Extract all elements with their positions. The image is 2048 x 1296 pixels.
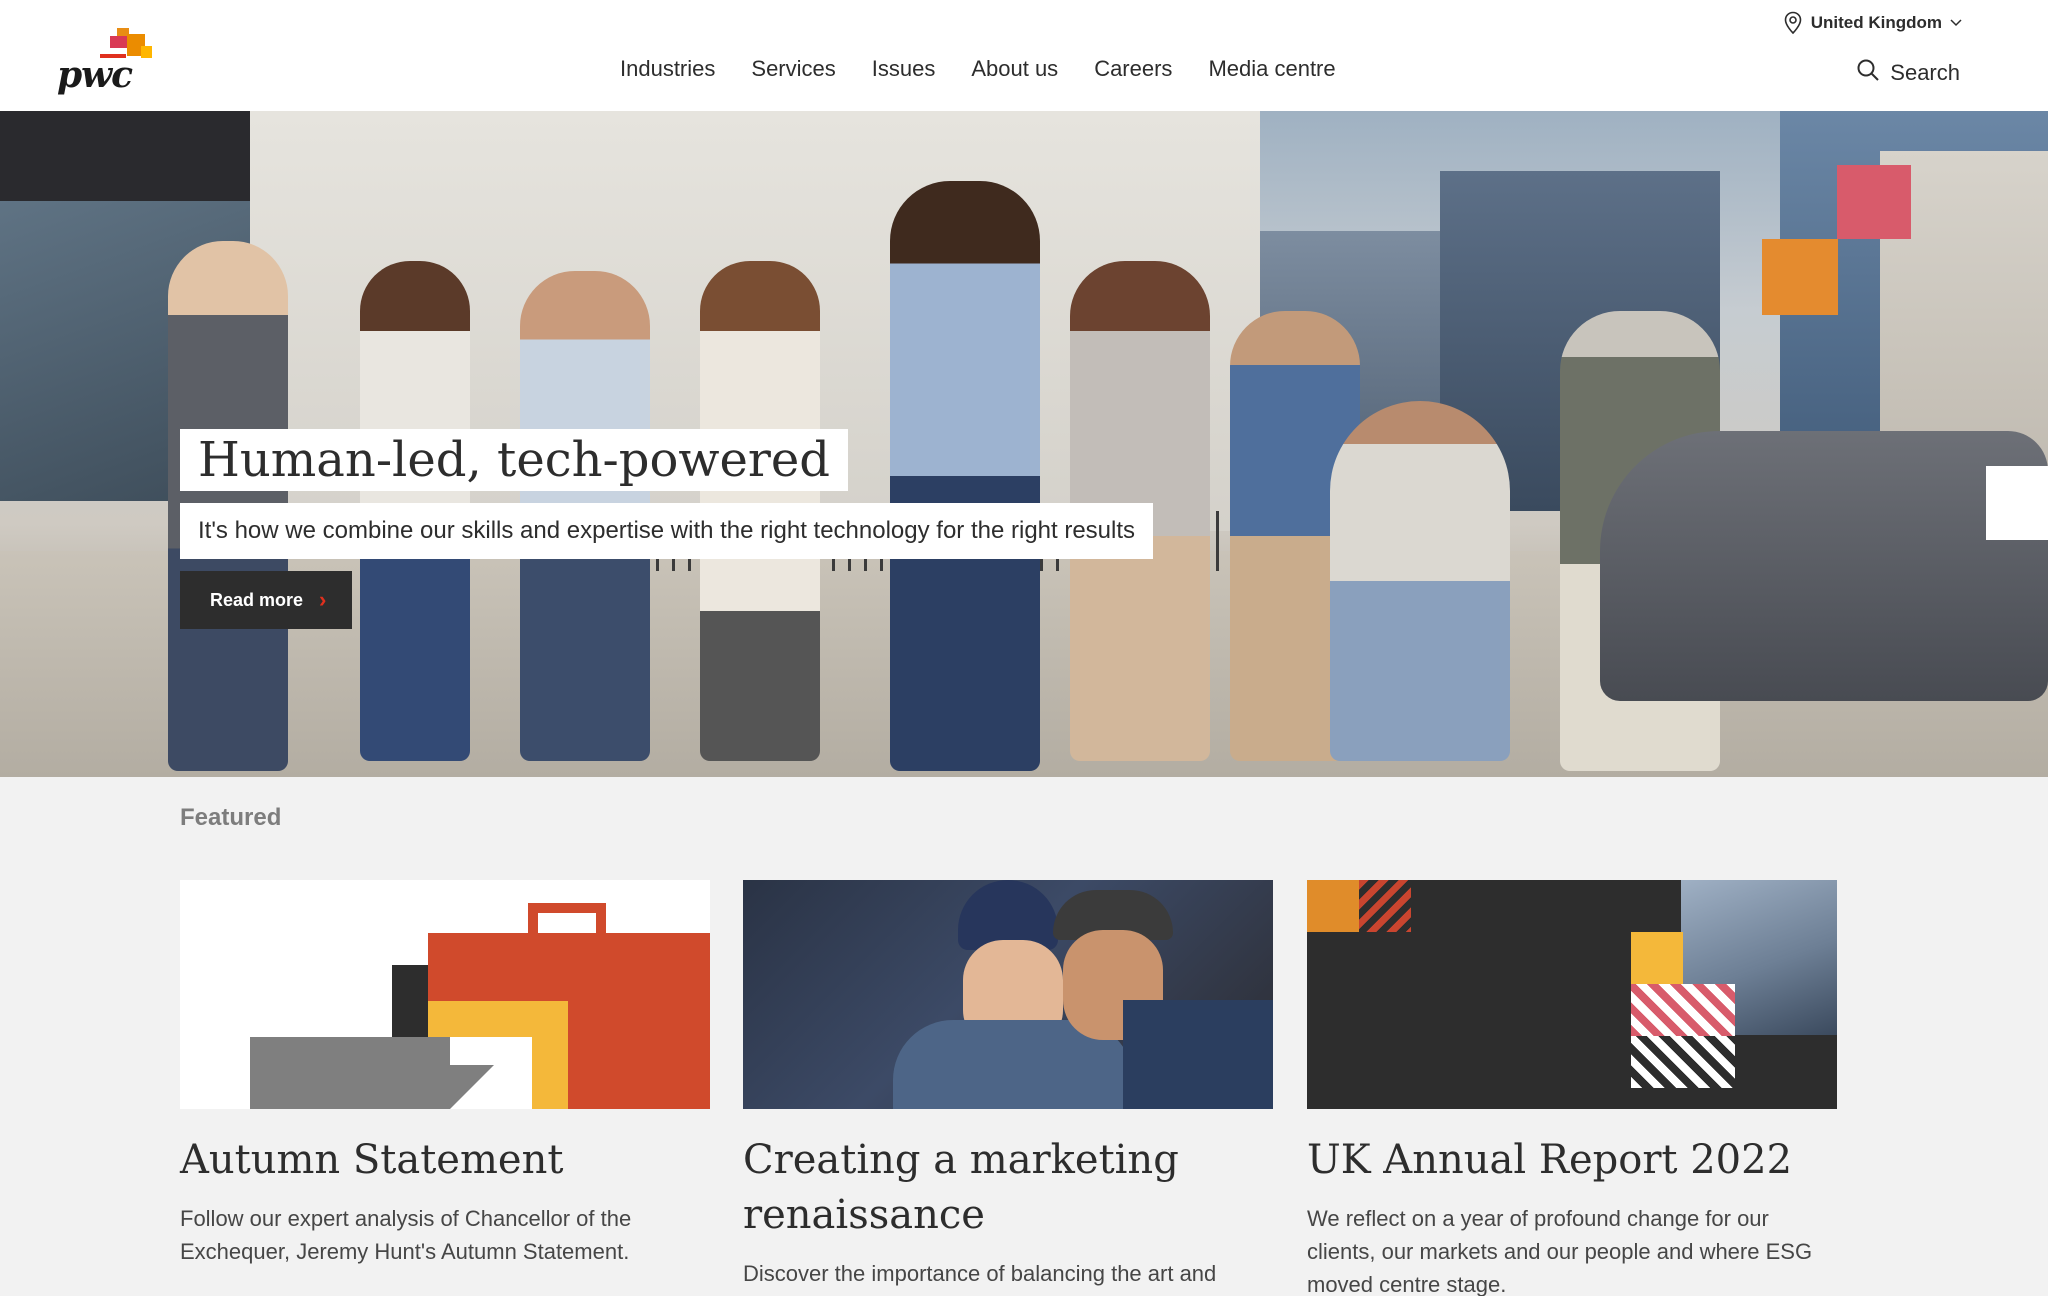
hero-subtitle: It's how we combine our skills and exper… [198, 517, 1136, 544]
logo-wordmark: pwc [57, 54, 133, 96]
nav-careers[interactable]: Careers [1094, 56, 1172, 82]
pwc-logo[interactable]: pwc [55, 24, 155, 96]
location-pin-icon [1783, 11, 1803, 35]
annual-report-illustration [1307, 880, 1837, 1109]
marketing-photo [743, 880, 1273, 1109]
hero-title: Human-led, tech-powered [198, 432, 830, 488]
region-label: United Kingdom [1810, 13, 1942, 32]
nav-about-us[interactable]: About us [971, 56, 1058, 82]
featured-card-marketing-renaissance[interactable]: Creating a marketing renaissance Discove… [743, 880, 1273, 1290]
hero-banner: Human-led, tech-powered It's how we comb… [0, 111, 2048, 777]
nav-industries[interactable]: Industries [620, 56, 715, 82]
card-description: We reflect on a year of profound change … [1307, 1206, 1813, 1296]
site-header: pwc United Kingdom Industries Services I… [0, 0, 2048, 111]
nav-media-centre[interactable]: Media centre [1208, 56, 1335, 82]
card-title[interactable]: UK Annual Report 2022 [1307, 1133, 1837, 1188]
read-more-label: Read more [210, 589, 304, 610]
search-icon [1856, 58, 1880, 88]
card-title[interactable]: Creating a marketing renaissance [743, 1133, 1273, 1243]
region-selector[interactable]: United Kingdom [1783, 10, 1962, 36]
autumn-statement-illustration [180, 880, 710, 1109]
chevron-down-icon [1950, 19, 1962, 27]
featured-card-annual-report[interactable]: UK Annual Report 2022 We reflect on a ye… [1307, 880, 1837, 1296]
card-title[interactable]: Autumn Statement [180, 1133, 710, 1188]
nav-services[interactable]: Services [751, 56, 835, 82]
card-description: Follow our expert analysis of Chancellor… [180, 1206, 632, 1264]
featured-label: Featured [180, 804, 282, 831]
chevron-right-icon: › [319, 587, 327, 612]
featured-card-autumn-statement[interactable]: Autumn Statement Follow our expert analy… [180, 880, 710, 1268]
side-tab[interactable] [1986, 466, 2048, 540]
card-description: Discover the importance of balancing the… [743, 1261, 1217, 1286]
main-nav: Industries Services Issues About us Care… [620, 56, 1336, 82]
hero-subtitle-box: It's how we combine our skills and exper… [180, 503, 1154, 559]
search-label: Search [1890, 60, 1960, 85]
nav-issues[interactable]: Issues [872, 56, 936, 82]
search-button[interactable]: Search [1856, 58, 1960, 88]
hero-title-box: Human-led, tech-powered [180, 429, 848, 491]
read-more-button[interactable]: Read more › [180, 571, 352, 629]
